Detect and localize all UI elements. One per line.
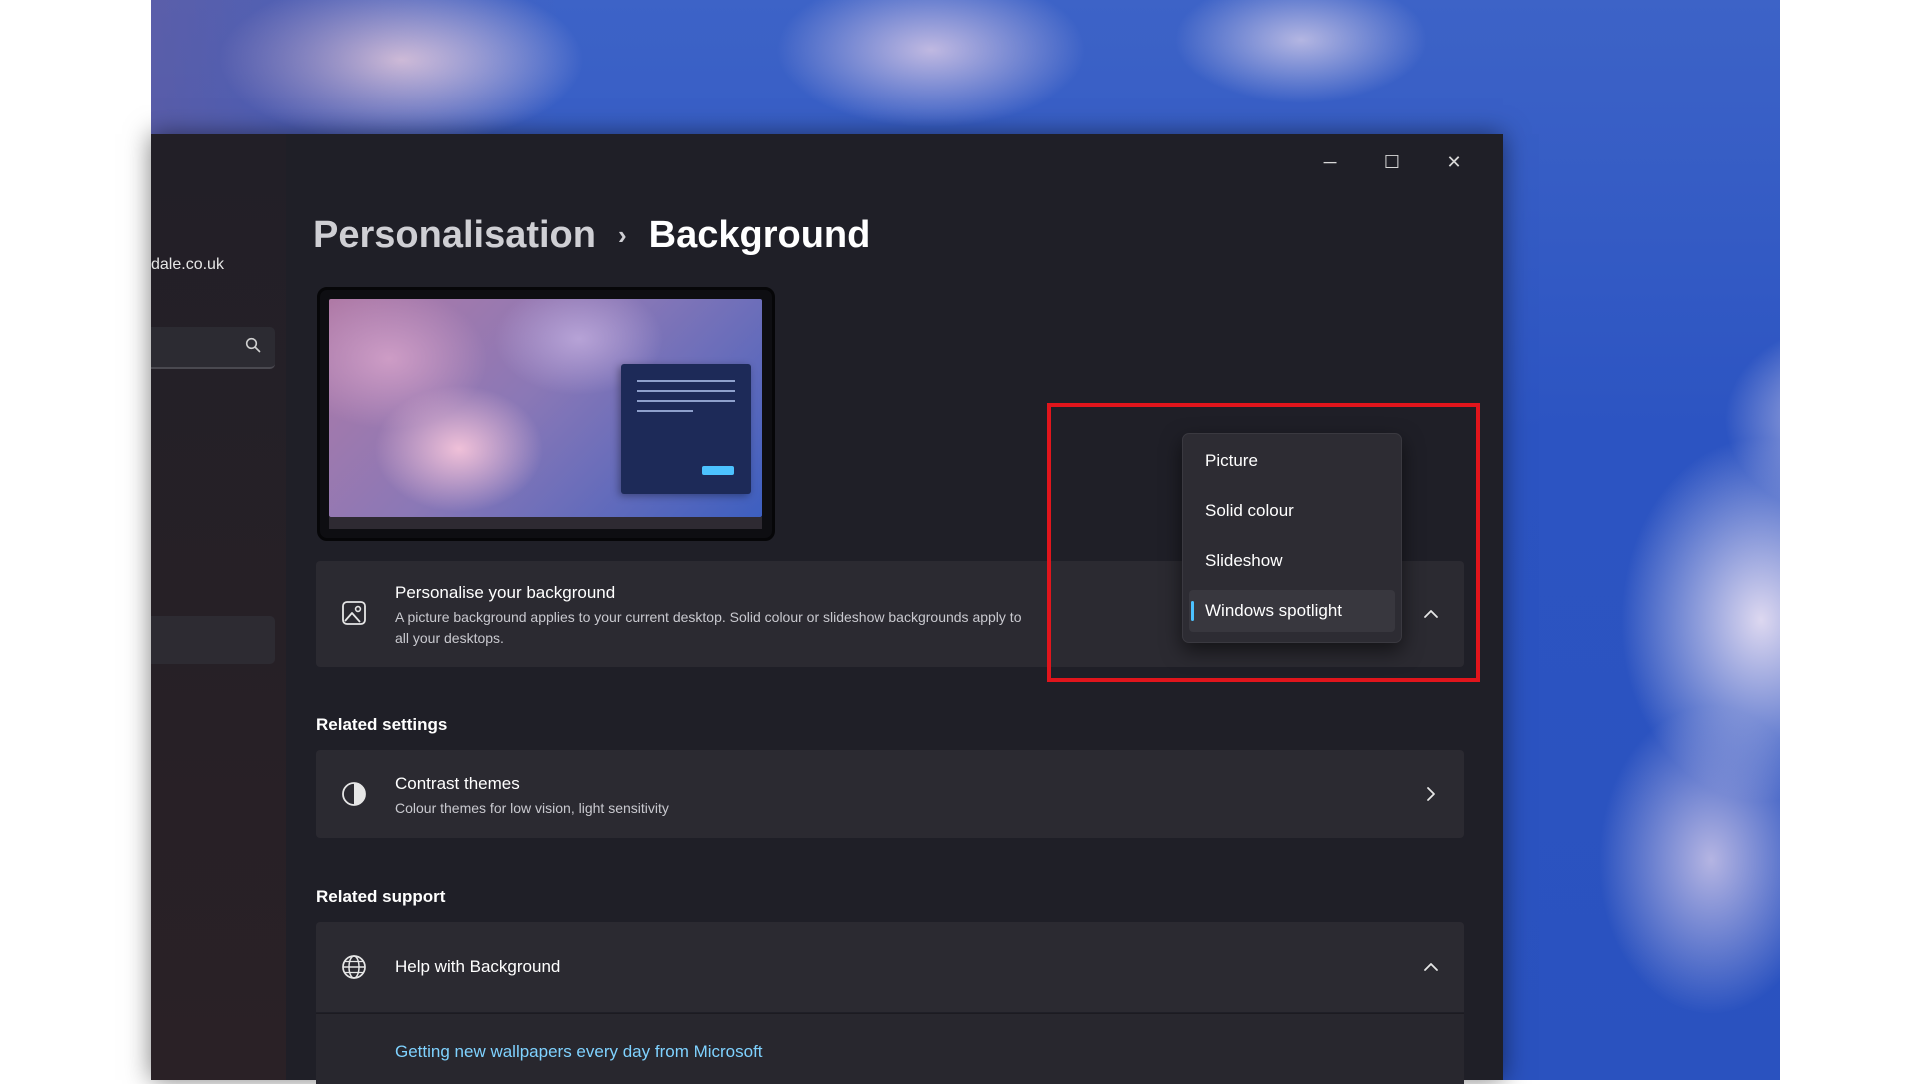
window-controls: ─ ☐ ✕	[1299, 144, 1485, 180]
help-expanded-panel: Getting new wallpapers every day from Mi…	[316, 1013, 1464, 1084]
globe-icon	[342, 955, 366, 979]
dropdown-option-windows-spotlight[interactable]: Windows spotlight	[1189, 590, 1395, 632]
close-button[interactable]: ✕	[1423, 144, 1485, 180]
dropdown-option-solid-colour[interactable]: Solid colour	[1189, 490, 1395, 532]
picture-icon	[342, 601, 366, 625]
preview-line	[637, 400, 735, 402]
preview-line	[637, 390, 735, 392]
dropdown-option-slideshow[interactable]: Slideshow	[1189, 540, 1395, 582]
description-text: A picture background applies to your cur…	[395, 609, 946, 625]
maximize-button[interactable]: ☐	[1361, 144, 1423, 180]
contrast-themes-description: Colour themes for low vision, light sens…	[395, 800, 669, 816]
contrast-themes-card[interactable]: Contrast themes Colour themes for low vi…	[316, 750, 1464, 838]
personalise-description: A picture background applies to your cur…	[395, 607, 1195, 649]
related-support-heading: Related support	[316, 887, 446, 906]
help-with-background-card[interactable]: Help with Background	[316, 922, 1464, 1012]
background-type-dropdown: Picture Solid colour Slideshow Windows s…	[1182, 433, 1402, 643]
related-settings-heading: Related settings	[316, 715, 448, 734]
breadcrumb-parent[interactable]: Personalisation	[313, 214, 596, 257]
contrast-themes-title: Contrast themes	[395, 774, 520, 793]
help-title: Help with Background	[395, 957, 561, 976]
preview-line	[637, 380, 735, 382]
chevron-up-icon[interactable]	[1422, 605, 1440, 623]
sidebar	[151, 134, 286, 1080]
search-icon	[245, 337, 261, 353]
preview-line	[637, 410, 693, 412]
preview-button	[702, 466, 734, 475]
wallpapers-help-link[interactable]: Getting new wallpapers every day from Mi…	[395, 1042, 763, 1062]
description-text-line2: all your desktops.	[395, 630, 504, 646]
description-text-tail: nds apply to	[945, 609, 1022, 625]
background-preview	[317, 287, 775, 541]
chevron-up-icon[interactable]	[1422, 958, 1440, 976]
sidebar-item-personalisation[interactable]	[151, 616, 275, 664]
chevron-right-icon	[1427, 787, 1435, 801]
personalise-title: Personalise your background	[395, 583, 616, 602]
sidebar-search-input[interactable]	[151, 327, 275, 369]
breadcrumb: Personalisation › Background	[313, 214, 870, 257]
contrast-icon	[342, 782, 366, 806]
minimize-button[interactable]: ─	[1299, 144, 1361, 180]
page-title: Background	[648, 214, 871, 256]
selection-indicator	[1191, 601, 1194, 621]
preview-window	[621, 364, 751, 494]
dropdown-option-label: Windows spotlight	[1205, 601, 1343, 620]
preview-taskbar	[329, 517, 762, 529]
account-email: dale.co.uk	[151, 256, 224, 273]
dropdown-option-picture[interactable]: Picture	[1189, 440, 1395, 482]
breadcrumb-separator: ›	[617, 220, 627, 250]
